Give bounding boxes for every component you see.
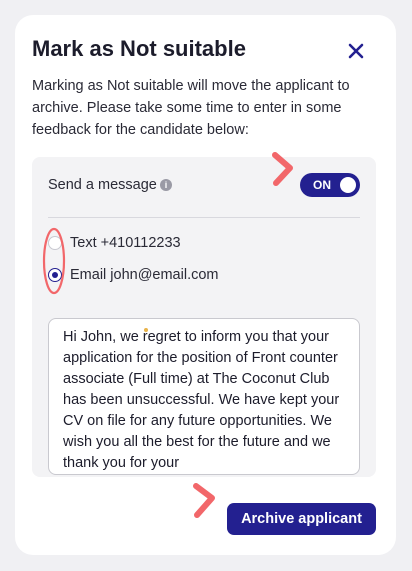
radio-button-text[interactable] — [48, 236, 62, 250]
send-message-label: Send a message — [48, 177, 157, 193]
close-button[interactable] — [344, 39, 368, 63]
toggle-knob — [340, 177, 356, 193]
radio-button-email[interactable] — [48, 268, 62, 282]
send-message-toggle[interactable]: ON — [300, 173, 360, 197]
toggle-state-label: ON — [313, 178, 331, 192]
info-icon[interactable]: i — [160, 179, 172, 191]
close-icon[interactable] — [344, 39, 368, 63]
modal-description: Marking as Not suitable will move the ap… — [32, 78, 350, 138]
mark-not-suitable-modal: Mark as Not suitable Marking as Not suit… — [15, 15, 396, 555]
modal-title: Mark as Not suitable — [32, 36, 246, 61]
send-message-panel: Send a message i ON Text +410112233 Emai… — [32, 157, 376, 477]
archive-applicant-button[interactable]: Archive applicant — [227, 503, 376, 535]
radio-label-text: Text +410112233 — [70, 235, 181, 251]
divider — [48, 217, 360, 218]
radio-label-email: Email john@email.com — [70, 267, 219, 283]
text-caret-marker — [144, 328, 148, 332]
message-textarea[interactable]: Hi John, we regret to inform you that yo… — [48, 318, 360, 475]
